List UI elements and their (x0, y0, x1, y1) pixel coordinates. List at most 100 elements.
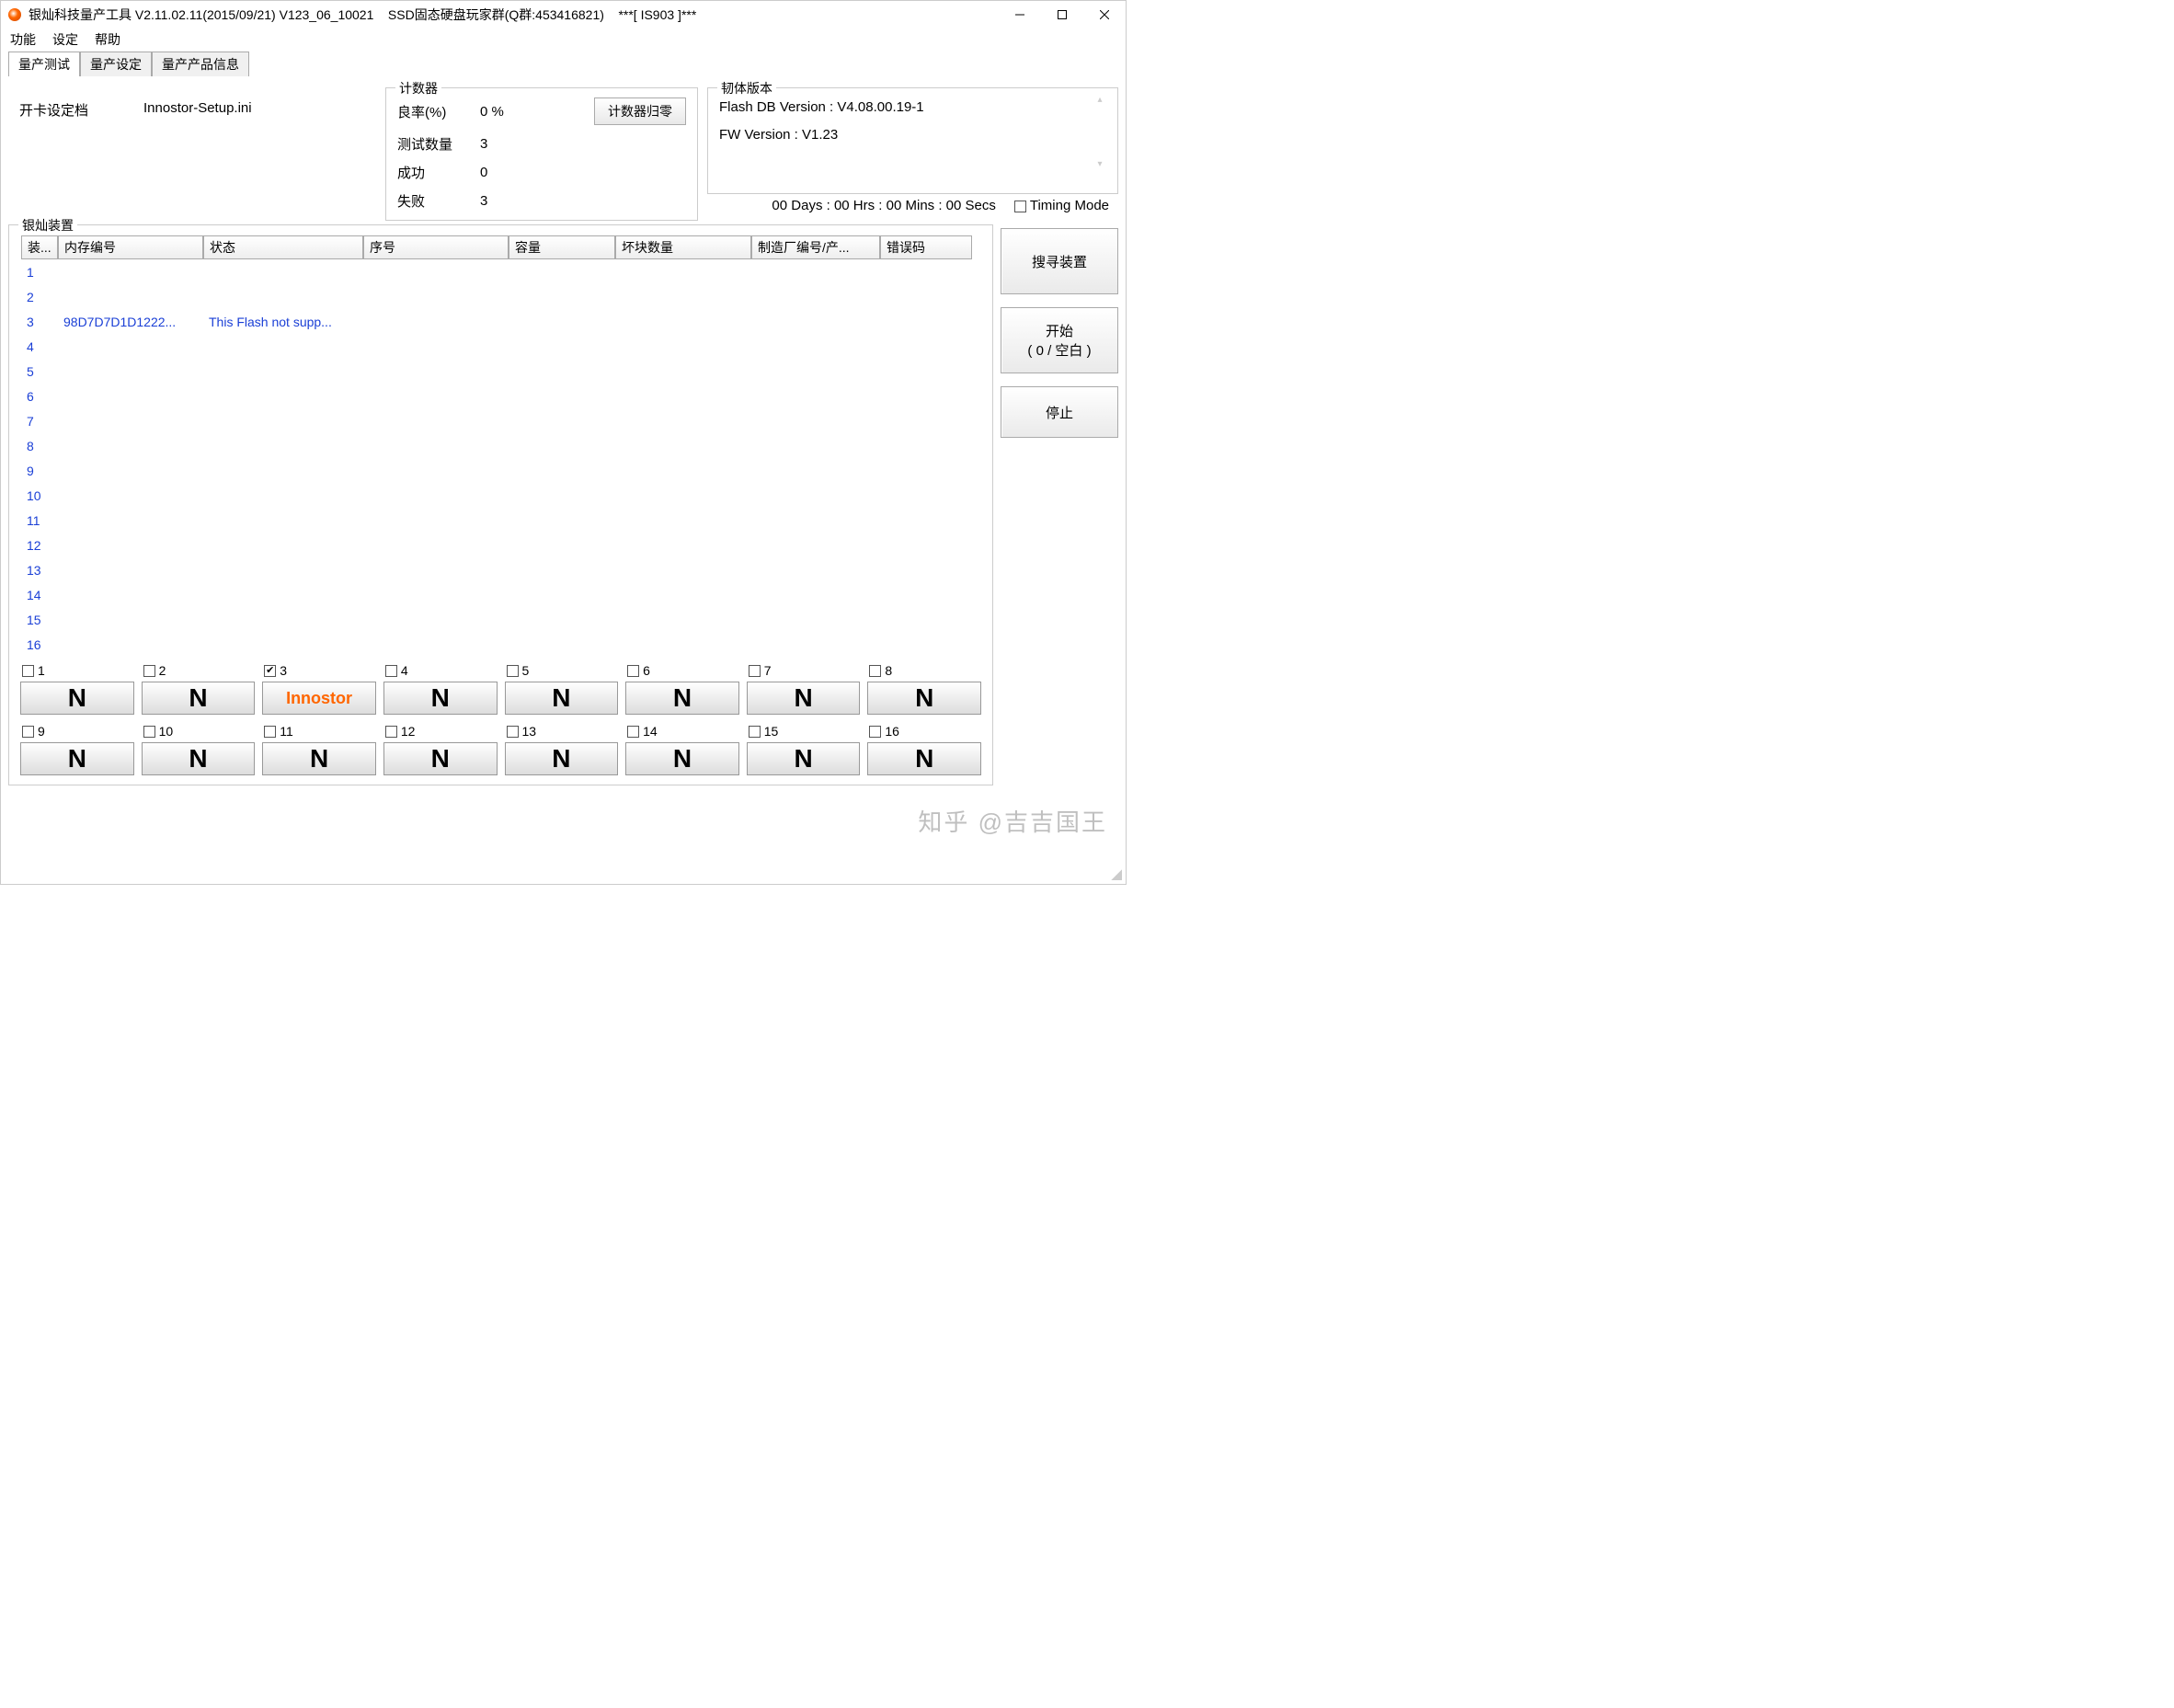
timing-mode-checkbox[interactable]: Timing Mode (1014, 198, 1109, 213)
slots-grid: 1N2N3Innostor4N5N6N7N8N9N10N11N12N13N14N… (20, 661, 981, 775)
slot: 6N (625, 661, 739, 715)
table-row[interactable]: 15 (21, 607, 980, 632)
slot-checkbox[interactable]: 7 (747, 661, 861, 682)
open-card-label: 开卡设定档 (19, 100, 88, 208)
slot: 11N (262, 722, 376, 775)
slot-checkbox[interactable]: 9 (20, 722, 134, 742)
slot: 4N (383, 661, 498, 715)
scroll-down-icon[interactable]: ▾ (1093, 158, 1106, 171)
counter-legend: 计数器 (395, 79, 441, 97)
close-button[interactable] (1083, 1, 1126, 29)
slot-status-box: N (867, 682, 981, 715)
pass-label: 成功 (397, 163, 480, 182)
start-button[interactable]: 开始 ( 0 / 空白 ) (1001, 307, 1118, 373)
col-vendor[interactable]: 制造厂编号/产... (751, 235, 880, 259)
slot: 5N (505, 661, 619, 715)
scroll-up-icon[interactable]: ▴ (1093, 94, 1106, 107)
slot-checkbox[interactable]: 5 (505, 661, 619, 682)
slot-checkbox[interactable]: 1 (20, 661, 134, 682)
slot: 14N (625, 722, 739, 775)
col-capacity[interactable]: 容量 (509, 235, 615, 259)
slot-checkbox[interactable]: 4 (383, 661, 498, 682)
slot-checkbox[interactable]: 16 (867, 722, 981, 742)
col-error[interactable]: 错误码 (880, 235, 972, 259)
slot: 9N (20, 722, 134, 775)
slot-status-box: N (142, 742, 256, 775)
menu-help[interactable]: 帮助 (95, 30, 120, 49)
tab-product-info[interactable]: 量产产品信息 (152, 52, 249, 76)
slot: 3Innostor (262, 661, 376, 715)
table-row[interactable]: 10 (21, 483, 980, 508)
table-row[interactable]: 2 (21, 284, 980, 309)
counter-reset-button[interactable]: 计数器归零 (594, 97, 686, 125)
slot: 16N (867, 722, 981, 775)
slot-status-box: N (20, 742, 134, 775)
slot: 2N (142, 661, 256, 715)
slot: 7N (747, 661, 861, 715)
table-row[interactable]: 9 (21, 458, 980, 483)
app-window: 银灿科技量产工具 V2.11.02.11(2015/09/21) V123_06… (0, 0, 1127, 885)
slot: 13N (505, 722, 619, 775)
tested-value: 3 (480, 136, 535, 152)
slot-checkbox[interactable]: 12 (383, 722, 498, 742)
counter-group: 计数器 良率(%) 0 % 计数器归零 测试数量 3 成功 0 失败 3 (385, 87, 698, 221)
app-icon (8, 8, 21, 21)
slot-checkbox[interactable]: 3 (262, 661, 376, 682)
slot-status-box: N (747, 682, 861, 715)
table-row[interactable]: 6 (21, 384, 980, 408)
slot-status-box: N (625, 682, 739, 715)
slot-checkbox[interactable]: 10 (142, 722, 256, 742)
table-row[interactable]: 14 (21, 582, 980, 607)
stop-button[interactable]: 停止 (1001, 386, 1118, 438)
table-row[interactable]: 4 (21, 334, 980, 359)
elapsed-time: 00 Days : 00 Hrs : 00 Mins : 00 Secs (772, 198, 995, 213)
table-row[interactable]: 13 (21, 557, 980, 582)
fail-value: 3 (480, 193, 535, 209)
col-status[interactable]: 状态 (203, 235, 363, 259)
slot-checkbox[interactable]: 6 (625, 661, 739, 682)
resize-grip-icon[interactable] (1111, 869, 1122, 880)
table-row[interactable]: 16 (21, 632, 980, 657)
col-serial[interactable]: 序号 (363, 235, 509, 259)
menubar: 功能 设定 帮助 (1, 29, 1126, 51)
menu-settings[interactable]: 设定 (52, 30, 78, 49)
table-row[interactable]: 5 (21, 359, 980, 384)
slot-status-box: N (505, 742, 619, 775)
slot-checkbox[interactable]: 14 (625, 722, 739, 742)
slot-status-box: N (262, 742, 376, 775)
slot-status-box: N (142, 682, 256, 715)
slot: 10N (142, 722, 256, 775)
slot: 15N (747, 722, 861, 775)
firmware-scrollbar[interactable]: ▴ ▾ (1093, 94, 1108, 171)
window-title: 银灿科技量产工具 V2.11.02.11(2015/09/21) V123_06… (29, 6, 999, 24)
slot-checkbox[interactable]: 8 (867, 661, 981, 682)
table-row[interactable]: 7 (21, 408, 980, 433)
tab-bar: 量产测试 量产设定 量产产品信息 (1, 51, 1126, 76)
slot-checkbox[interactable]: 15 (747, 722, 861, 742)
minimize-button[interactable] (999, 1, 1041, 29)
table-row[interactable]: 11 (21, 508, 980, 533)
menu-function[interactable]: 功能 (10, 30, 36, 49)
tab-mass-settings[interactable]: 量产设定 (80, 52, 152, 76)
col-memory-id[interactable]: 内存编号 (58, 235, 203, 259)
table-row[interactable]: 1 (21, 259, 980, 284)
table-row[interactable]: 398D7D7D1D1222...This Flash not supp... (21, 309, 980, 334)
devices-legend: 银灿装置 (18, 216, 77, 235)
slot-status-box: N (625, 742, 739, 775)
fw-version: FW Version : V1.23 (719, 121, 1108, 149)
slot-status-box: N (383, 742, 498, 775)
slot-status-box: N (867, 742, 981, 775)
firmware-group: 韧体版本 Flash DB Version : V4.08.00.19-1 FW… (707, 87, 1118, 194)
slot-status-box: N (383, 682, 498, 715)
table-row[interactable]: 12 (21, 533, 980, 557)
col-device[interactable]: 装... (21, 235, 58, 259)
table-row[interactable]: 8 (21, 433, 980, 458)
slot-checkbox[interactable]: 11 (262, 722, 376, 742)
tab-mass-test[interactable]: 量产测试 (8, 52, 80, 76)
search-devices-button[interactable]: 搜寻装置 (1001, 228, 1118, 294)
maximize-button[interactable] (1041, 1, 1083, 29)
slot-checkbox[interactable]: 13 (505, 722, 619, 742)
col-badblocks[interactable]: 坏块数量 (615, 235, 751, 259)
slot-checkbox[interactable]: 2 (142, 661, 256, 682)
devices-group: 银灿装置 装... 内存编号 状态 序号 容量 坏块数量 制造厂编号/产... … (8, 224, 993, 785)
